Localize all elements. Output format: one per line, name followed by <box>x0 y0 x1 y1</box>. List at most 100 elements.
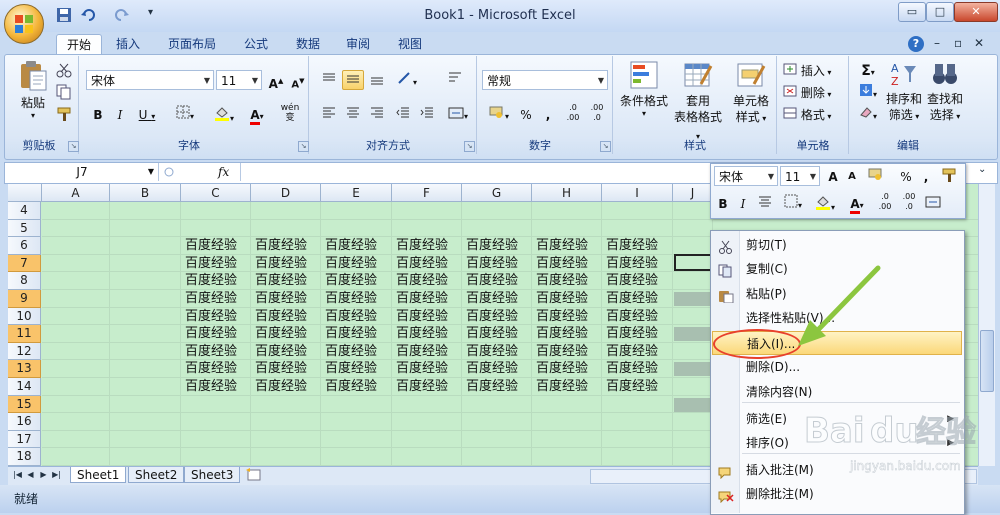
format-cells-button[interactable]: 格式 ▾ <box>782 104 846 124</box>
help-icon[interactable]: ? <box>908 36 924 52</box>
column-header[interactable]: G <box>462 184 532 202</box>
tab-home[interactable]: 开始 <box>56 34 102 55</box>
cell-c13[interactable]: 百度经验 <box>185 360 251 378</box>
cell-g12[interactable]: 百度经验 <box>466 343 532 361</box>
sort-filter-button[interactable]: AZ 排序和 筛选 ▾ <box>884 60 924 132</box>
align-middle-button[interactable] <box>342 70 364 90</box>
tab-data[interactable]: 数据 <box>288 34 328 54</box>
fill-button[interactable]: ▾ <box>854 82 882 102</box>
decrease-indent-button[interactable] <box>392 104 414 124</box>
row-header[interactable]: 6 <box>8 237 41 255</box>
mini-grow-font-button[interactable]: A <box>824 166 842 186</box>
cell-e9[interactable]: 百度经验 <box>325 290 392 308</box>
sheet-tab-2[interactable]: Sheet2 <box>128 467 185 483</box>
row-header[interactable]: 12 <box>8 342 41 361</box>
percent-button[interactable]: % <box>516 104 536 124</box>
cell-i8[interactable]: 百度经验 <box>606 272 673 290</box>
insert-cells-button[interactable]: 插入 ▾ <box>782 60 846 80</box>
conditional-format-button[interactable]: 条件格式 ▾ <box>618 60 670 132</box>
context-menu-item[interactable]: 剪切(T) <box>712 233 962 257</box>
cell-d10[interactable]: 百度经验 <box>255 308 321 326</box>
row-header[interactable]: 10 <box>8 307 41 326</box>
cell-g13[interactable]: 百度经验 <box>466 360 532 378</box>
clear-button[interactable]: ▾ <box>854 104 882 124</box>
font-launcher-icon[interactable]: ↘ <box>298 141 309 152</box>
cell-g14[interactable]: 百度经验 <box>466 378 532 396</box>
cell-d13[interactable]: 百度经验 <box>255 360 321 378</box>
row-header[interactable]: 16 <box>8 413 41 431</box>
next-sheet-button[interactable]: ▶ <box>38 469 49 481</box>
cell-h14[interactable]: 百度经验 <box>536 378 602 396</box>
cell-f14[interactable]: 百度经验 <box>396 378 462 396</box>
format-as-table-button[interactable]: 套用 表格格式 ▾ <box>672 60 724 141</box>
cell-f10[interactable]: 百度经验 <box>396 308 462 326</box>
copy-icon[interactable] <box>56 84 72 103</box>
cell-e8[interactable]: 百度经验 <box>325 272 392 290</box>
mini-font-color-button[interactable]: A▾ <box>842 193 872 214</box>
cell-i10[interactable]: 百度经验 <box>606 308 673 326</box>
tab-insert[interactable]: 插入 <box>108 34 148 54</box>
cell-g6[interactable]: 百度经验 <box>466 237 532 255</box>
bold-button[interactable]: B <box>88 104 108 124</box>
mini-percent-button[interactable]: % <box>896 166 916 186</box>
orientation-button[interactable]: ▾ <box>392 70 422 90</box>
cell-h13[interactable]: 百度经验 <box>536 360 602 378</box>
row-header[interactable]: 18 <box>8 448 41 466</box>
mini-merge-button[interactable] <box>922 193 944 213</box>
cell-f9[interactable]: 百度经验 <box>396 290 462 308</box>
cell-e6[interactable]: 百度经验 <box>325 237 392 255</box>
column-header[interactable]: J <box>673 184 713 202</box>
cell-i14[interactable]: 百度经验 <box>606 378 673 396</box>
align-bottom-button[interactable] <box>366 70 388 90</box>
sheet-tab-1[interactable]: Sheet1 <box>70 467 127 483</box>
clipboard-launcher-icon[interactable]: ↘ <box>68 141 79 152</box>
comma-button[interactable]: , <box>538 104 558 124</box>
cell-g9[interactable]: 百度经验 <box>466 290 532 308</box>
close-button[interactable]: ✕ <box>954 2 998 22</box>
cell-f11[interactable]: 百度经验 <box>396 325 462 343</box>
number-format-combo[interactable]: 常规 ▼ <box>482 70 608 90</box>
align-center-button[interactable] <box>342 104 364 124</box>
mini-comma-button[interactable]: , <box>918 166 934 186</box>
cell-f7[interactable]: 百度经验 <box>396 255 462 273</box>
number-launcher-icon[interactable]: ↘ <box>600 141 611 152</box>
ribbon-close-button[interactable]: ✕ <box>974 36 984 50</box>
cell-i9[interactable]: 百度经验 <box>606 290 673 308</box>
cell-g10[interactable]: 百度经验 <box>466 308 532 326</box>
font-size-combo[interactable]: 11 ▼ <box>216 70 262 90</box>
tab-view[interactable]: 视图 <box>390 34 430 54</box>
find-select-button[interactable]: 查找和 选择 ▾ <box>924 60 966 132</box>
row-header[interactable]: 13 <box>8 360 41 378</box>
row-header[interactable]: 15 <box>8 395 41 414</box>
active-cell-j7[interactable] <box>674 254 714 271</box>
cell-h10[interactable]: 百度经验 <box>536 308 602 326</box>
cell-d7[interactable]: 百度经验 <box>255 255 321 273</box>
mini-font-name-combo[interactable]: 宋体 ▼ <box>714 166 778 186</box>
row-header[interactable]: 11 <box>8 325 41 343</box>
insert-function-button[interactable]: fx <box>218 163 229 181</box>
mini-fill-color-button[interactable]: ▾ <box>810 193 840 213</box>
cell-i13[interactable]: 百度经验 <box>606 360 673 378</box>
column-header[interactable]: E <box>321 184 392 202</box>
redo-icon[interactable] <box>112 7 132 25</box>
cell-h12[interactable]: 百度经验 <box>536 343 602 361</box>
cell-e12[interactable]: 百度经验 <box>325 343 392 361</box>
italic-button[interactable]: I <box>110 104 130 124</box>
cell-i7[interactable]: 百度经验 <box>606 255 673 273</box>
row-header[interactable]: 17 <box>8 430 41 449</box>
cell-i6[interactable]: 百度经验 <box>606 237 673 255</box>
cell-g8[interactable]: 百度经验 <box>466 272 532 290</box>
tab-review[interactable]: 审阅 <box>338 34 378 54</box>
cut-icon[interactable] <box>56 62 72 81</box>
format-painter-icon[interactable] <box>56 106 72 125</box>
cell-c14[interactable]: 百度经验 <box>185 378 251 396</box>
mini-decrease-decimal-button[interactable]: .00 .0 <box>898 191 920 211</box>
cell-d9[interactable]: 百度经验 <box>255 290 321 308</box>
column-header[interactable]: B <box>110 184 181 202</box>
mini-format-painter-button[interactable] <box>938 166 960 186</box>
cell-f13[interactable]: 百度经验 <box>396 360 462 378</box>
cell-e10[interactable]: 百度经验 <box>325 308 392 326</box>
mini-center-button[interactable] <box>754 193 776 213</box>
tab-page-layout[interactable]: 页面布局 <box>160 34 224 54</box>
mini-increase-decimal-button[interactable]: .0 .00 <box>874 191 896 211</box>
